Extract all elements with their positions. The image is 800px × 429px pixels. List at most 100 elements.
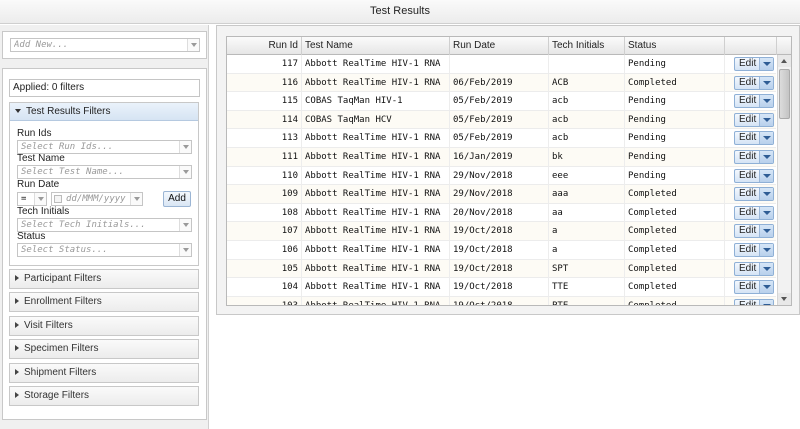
status-placeholder: Select Status...: [21, 245, 108, 255]
cell-tech-initials: PTE: [549, 296, 625, 305]
chevron-down-icon[interactable]: [179, 244, 191, 256]
edit-button[interactable]: Edit: [734, 94, 774, 109]
cell-test-name: Abbott RealTime HIV-1 RNA: [302, 166, 450, 185]
chevron-down-icon[interactable]: [179, 166, 191, 178]
cell-test-name: Abbott RealTime HIV-1 RNA: [302, 203, 450, 222]
chevron-down-icon[interactable]: [34, 193, 46, 205]
run-date-input[interactable]: dd/MMM/yyyy: [51, 192, 143, 206]
edit-button[interactable]: Edit: [734, 112, 774, 127]
cell-tech-initials: a: [549, 222, 625, 241]
edit-label: Edit: [739, 262, 757, 274]
edit-button[interactable]: Edit: [734, 280, 774, 295]
tech-initials-combo[interactable]: Select Tech Initials...: [17, 218, 192, 232]
cell-run-date: 29/Nov/2018: [450, 166, 549, 185]
edit-button[interactable]: Edit: [734, 57, 774, 71]
edit-label: Edit: [739, 58, 757, 69]
chevron-down-icon[interactable]: [759, 262, 773, 275]
shipment-filters-label: Shipment Filters: [24, 367, 97, 378]
edit-button[interactable]: Edit: [734, 261, 774, 276]
scroll-up-icon[interactable]: [778, 55, 791, 67]
shipment-filters-header[interactable]: Shipment Filters: [9, 363, 199, 383]
participant-filters-header[interactable]: Participant Filters: [9, 269, 199, 289]
edit-button[interactable]: Edit: [734, 243, 774, 257]
edit-button[interactable]: Edit: [734, 150, 774, 164]
visit-filters-header[interactable]: Visit Filters: [9, 316, 199, 336]
chevron-down-icon[interactable]: [187, 39, 199, 51]
edit-button[interactable]: Edit: [734, 298, 774, 305]
chevron-down-icon[interactable]: [759, 132, 773, 145]
cell-run-date: [450, 55, 549, 73]
chevron-down-icon[interactable]: [759, 169, 773, 182]
table-row[interactable]: 109 Abbott RealTime HIV-1 RNA 29/Nov/2018 a…: [227, 185, 776, 204]
table-row[interactable]: 108 Abbott RealTime HIV-1 RNA 20/Nov/2018 a…: [227, 203, 776, 223]
chevron-down-icon[interactable]: [759, 58, 773, 70]
status-combo[interactable]: Select Status...: [17, 243, 192, 257]
table-row[interactable]: 117 Abbott RealTime HIV-1 RNA Pending Edit: [227, 55, 776, 74]
column-status[interactable]: Status: [625, 37, 725, 55]
tech-initials-label: Tech Initials: [17, 206, 70, 217]
test-results-filters-header[interactable]: Test Results Filters: [10, 103, 198, 121]
run-ids-combo[interactable]: Select Run Ids...: [17, 140, 192, 154]
edit-button[interactable]: Edit: [734, 75, 774, 90]
table-row[interactable]: 111 Abbott RealTime HIV-1 RNA 16/Jan/2019 b…: [227, 148, 776, 167]
chevron-down-icon[interactable]: [759, 151, 773, 163]
scroll-thumb[interactable]: [779, 69, 790, 119]
chevron-down-icon[interactable]: [130, 193, 142, 205]
chevron-down-icon[interactable]: [179, 141, 191, 153]
table-row[interactable]: 105 Abbott RealTime HIV-1 RNA 19/Oct/2018 S…: [227, 259, 776, 279]
cell-run-id: 103: [227, 296, 302, 305]
chevron-down-icon[interactable]: [759, 244, 773, 256]
specimen-filters-header[interactable]: Specimen Filters: [9, 339, 199, 359]
run-date-operator[interactable]: =: [17, 192, 47, 206]
cell-run-date: 19/Oct/2018: [450, 278, 549, 297]
cell-test-name: Abbott RealTime HIV-1 RNA: [302, 222, 450, 241]
edit-button[interactable]: Edit: [734, 205, 774, 220]
edit-button[interactable]: Edit: [734, 187, 774, 202]
cell-tech-initials: acb: [549, 129, 625, 148]
cell-tech-initials: aa: [549, 203, 625, 222]
chevron-down-icon[interactable]: [759, 225, 773, 238]
edit-button[interactable]: Edit: [734, 224, 774, 239]
calendar-icon[interactable]: [54, 195, 62, 203]
chevron-down-icon[interactable]: [759, 76, 773, 89]
edit-button[interactable]: Edit: [734, 168, 774, 183]
table-row[interactable]: 103 Abbott RealTime HIV-1 RNA 19/Oct/2018 P…: [227, 296, 776, 305]
table-row[interactable]: 110 Abbott RealTime HIV-1 RNA 29/Nov/2018 e…: [227, 166, 776, 186]
enrollment-filters-header[interactable]: Enrollment Filters: [9, 292, 199, 312]
chevron-down-icon[interactable]: [759, 299, 773, 305]
run-date-label: Run Date: [17, 179, 60, 190]
column-run-id[interactable]: Run Id: [227, 37, 302, 55]
table-row[interactable]: 115 COBAS TaqMan HIV-1 05/Feb/2019 acb Pendi…: [227, 92, 776, 111]
table-row[interactable]: 107 Abbott RealTime HIV-1 RNA 19/Oct/2018 a…: [227, 222, 776, 241]
column-tech-initials[interactable]: Tech Initials: [549, 37, 625, 55]
scroll-down-icon[interactable]: [778, 293, 791, 305]
chevron-down-icon[interactable]: [759, 206, 773, 219]
cell-run-id: 109: [227, 185, 302, 204]
cell-tech-initials: acb: [549, 92, 625, 111]
cell-status: Completed: [625, 241, 725, 259]
chevron-down-icon[interactable]: [759, 188, 773, 201]
table-row[interactable]: 106 Abbott RealTime HIV-1 RNA 19/Oct/2018 a…: [227, 241, 776, 260]
table-row[interactable]: 104 Abbott RealTime HIV-1 RNA 19/Oct/2018 T…: [227, 278, 776, 297]
caret-down-icon: [15, 109, 21, 113]
chevron-down-icon[interactable]: [759, 95, 773, 108]
storage-filters-header[interactable]: Storage Filters: [9, 386, 199, 406]
cell-run-id: 105: [227, 259, 302, 278]
grid-scrollbar[interactable]: [777, 55, 791, 305]
edit-button[interactable]: Edit: [734, 131, 774, 146]
add-new-combo[interactable]: Add New...: [10, 38, 200, 52]
chevron-down-icon[interactable]: [179, 219, 191, 231]
cell-run-date: 16/Jan/2019: [450, 148, 549, 166]
table-row[interactable]: 116 Abbott RealTime HIV-1 RNA 06/Feb/2019 A…: [227, 73, 776, 93]
results-grid: Run Id Test Name Run Date Tech Initials …: [226, 36, 792, 306]
column-run-date[interactable]: Run Date: [450, 37, 549, 55]
cell-test-name: Abbott RealTime HIV-1 RNA: [302, 129, 450, 148]
table-row[interactable]: 114 COBAS TaqMan HCV 05/Feb/2019 acb Pending…: [227, 110, 776, 130]
table-row[interactable]: 113 Abbott RealTime HIV-1 RNA 05/Feb/2019 a…: [227, 129, 776, 148]
chevron-down-icon[interactable]: [759, 113, 773, 126]
grid-body: 117 Abbott RealTime HIV-1 RNA Pending Edit 1…: [227, 55, 776, 305]
add-date-filter-button[interactable]: Add: [163, 191, 191, 207]
chevron-down-icon[interactable]: [759, 281, 773, 294]
test-name-combo[interactable]: Select Test Name...: [17, 165, 192, 179]
column-test-name[interactable]: Test Name: [302, 37, 450, 55]
